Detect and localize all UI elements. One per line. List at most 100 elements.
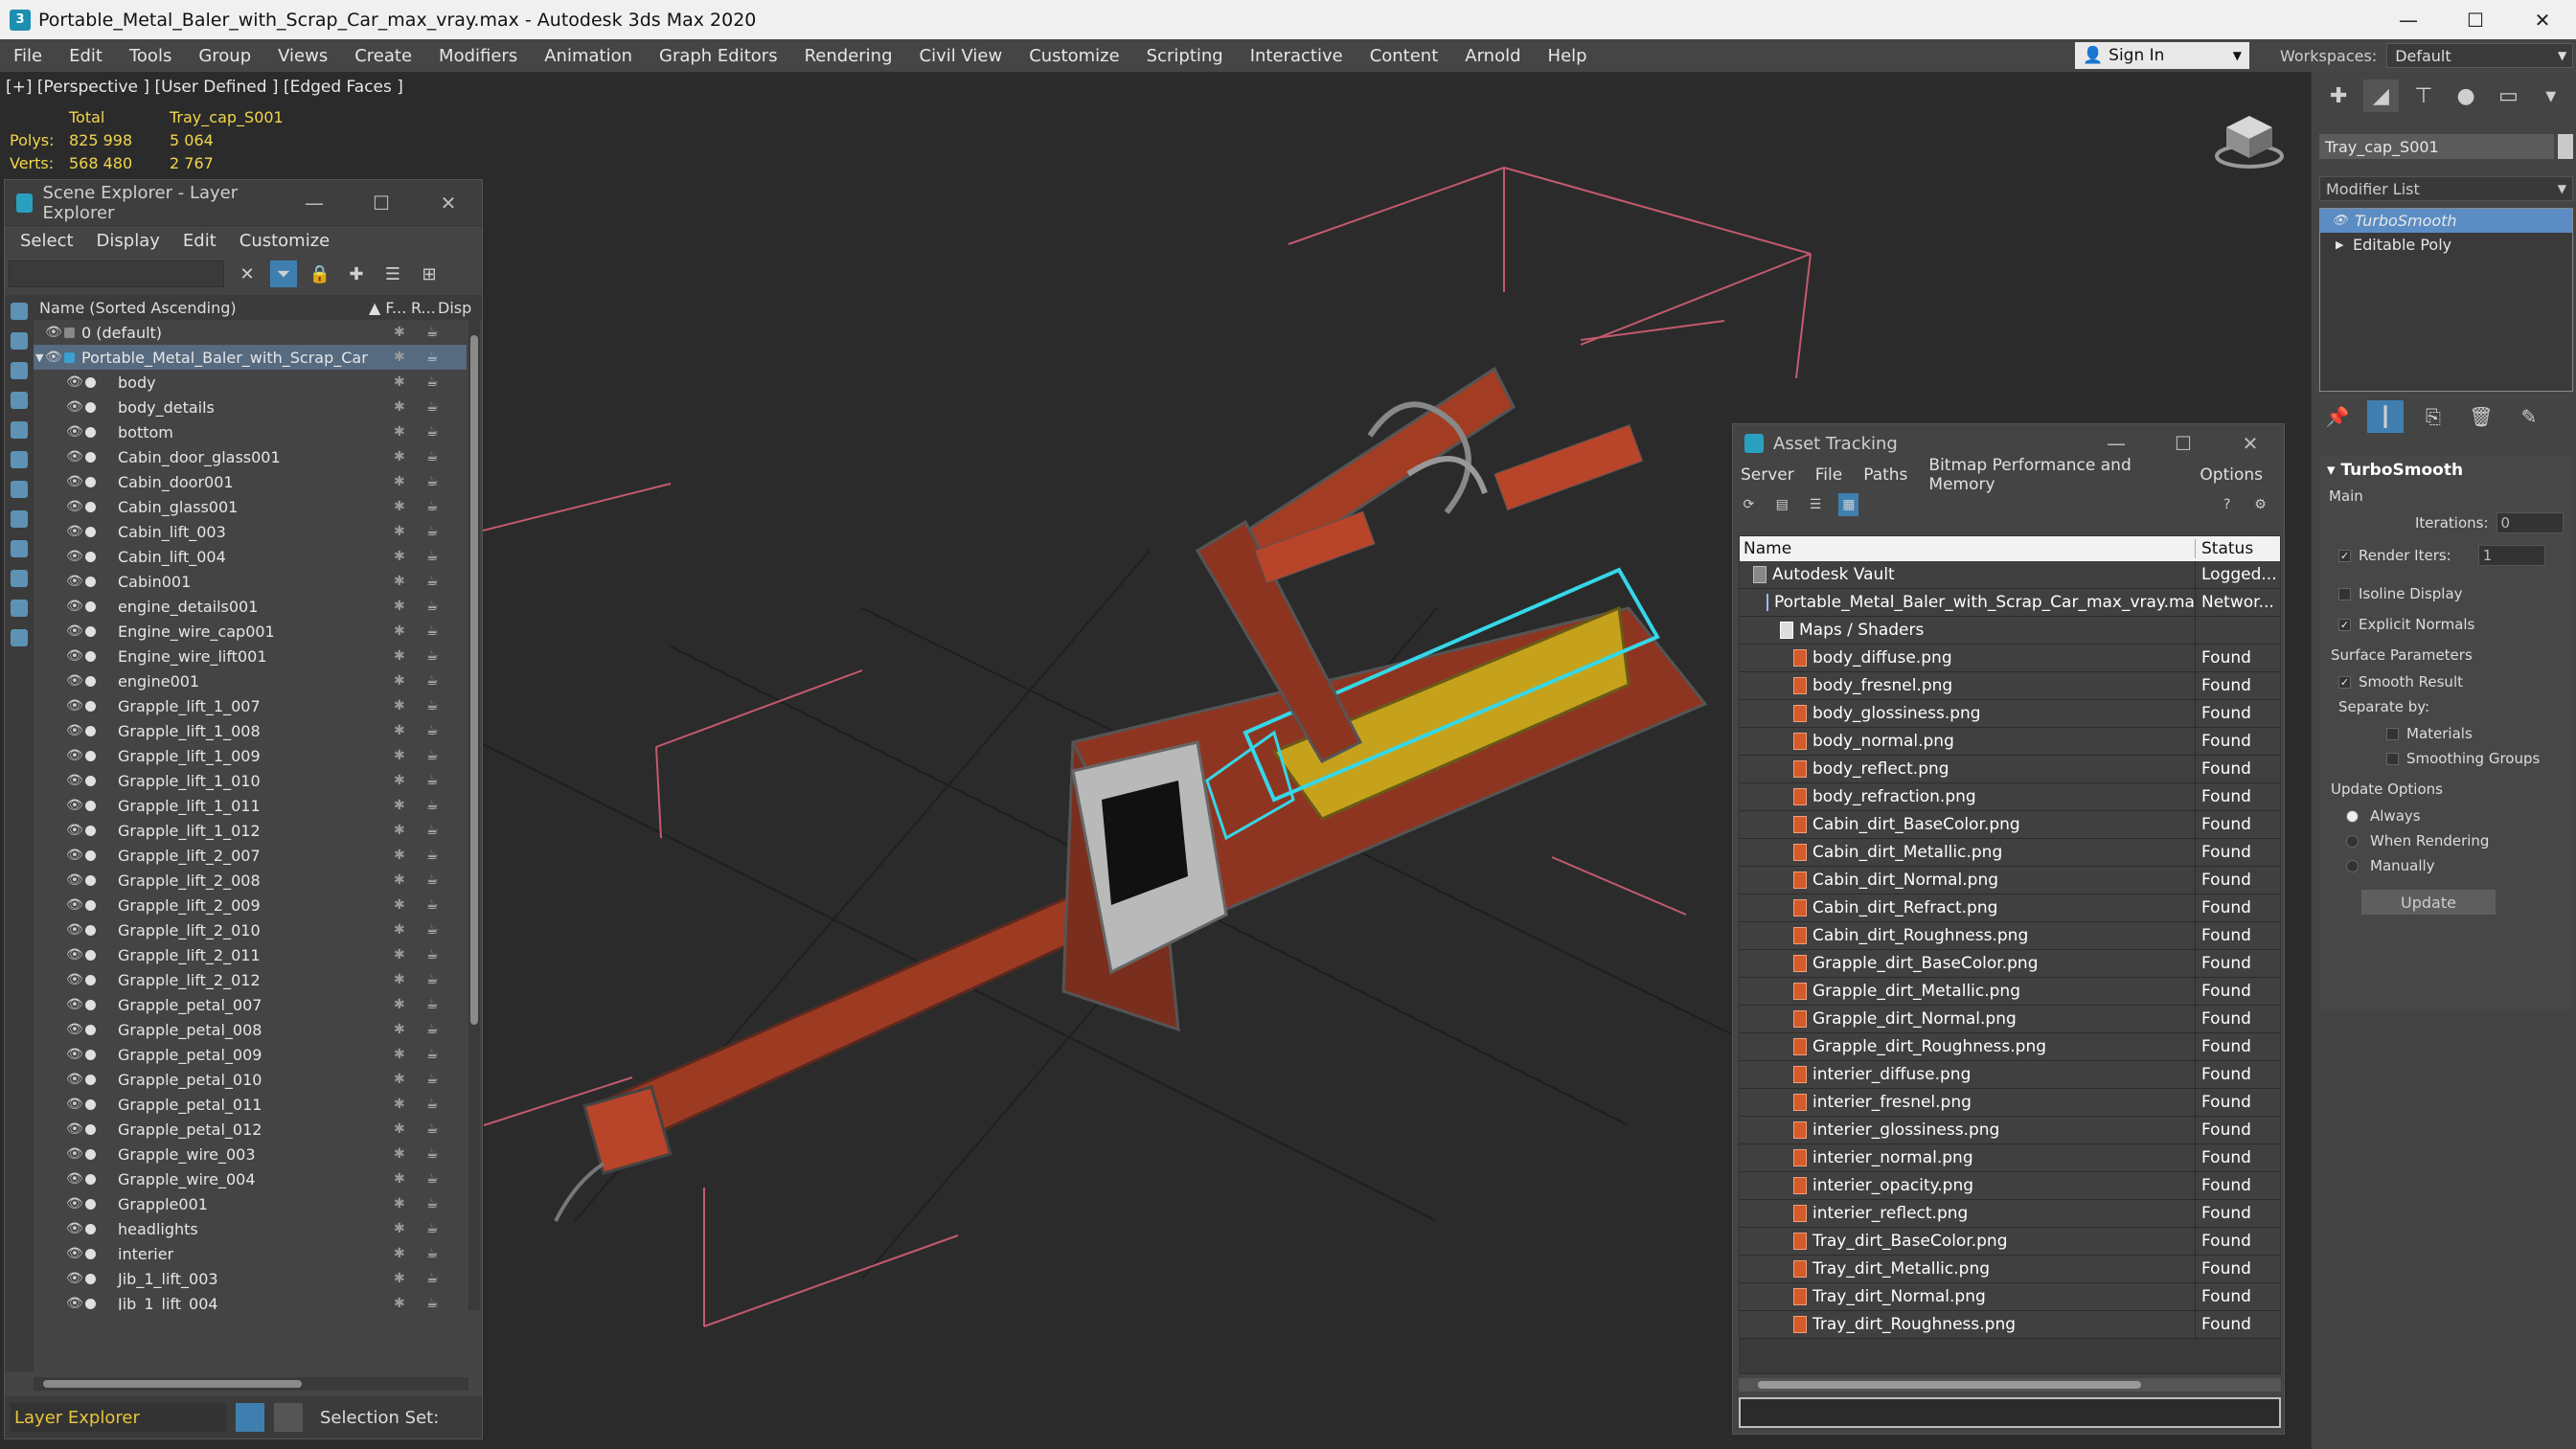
visibility-eye-icon[interactable]: 👁 bbox=[66, 1072, 83, 1087]
refresh-icon[interactable]: ⟳ bbox=[1739, 493, 1759, 516]
menu-modifiers[interactable]: Modifiers bbox=[425, 46, 531, 66]
visibility-eye-icon[interactable]: 👁 bbox=[66, 549, 83, 564]
menu-content[interactable]: Content bbox=[1356, 46, 1452, 66]
filter-containers-icon[interactable] bbox=[11, 570, 28, 587]
asset-menu-server[interactable]: Server bbox=[1741, 465, 1794, 485]
freeze-toggle-icon[interactable]: ✱ bbox=[394, 922, 405, 938]
visibility-eye-icon[interactable]: 👁 bbox=[66, 823, 83, 838]
asset-horizontal-scrollbar[interactable] bbox=[1739, 1378, 2281, 1392]
renderable-toggle-icon[interactable]: ☕ bbox=[426, 648, 439, 664]
scene-row[interactable]: 👁 Cabin001 ✱ ☕ bbox=[34, 569, 467, 594]
freeze-toggle-icon[interactable]: ✱ bbox=[394, 723, 405, 738]
add-layer-icon[interactable]: ✚ bbox=[343, 260, 370, 287]
scene-row[interactable]: 👁 Cabin_door001 ✱ ☕ bbox=[34, 469, 467, 494]
scene-close-button[interactable]: ✕ bbox=[415, 192, 482, 215]
freeze-toggle-icon[interactable]: ✱ bbox=[394, 972, 405, 987]
filter-lights-icon[interactable] bbox=[11, 362, 28, 379]
renderable-toggle-icon[interactable]: ☕ bbox=[426, 897, 439, 913]
filter-spacewarps-icon[interactable] bbox=[11, 451, 28, 468]
asset-row[interactable]: Maps / Shaders bbox=[1740, 617, 2280, 645]
freeze-toggle-icon[interactable]: ✱ bbox=[394, 1271, 405, 1286]
scene-row[interactable]: 👁 Grapple_petal_009 ✱ ☕ bbox=[34, 1042, 467, 1067]
filter-helpers-icon[interactable] bbox=[11, 421, 28, 439]
modifier-list-dropdown[interactable]: Modifier List ▼ bbox=[2319, 176, 2573, 201]
asset-row[interactable]: body_diffuse.png Found bbox=[1740, 645, 2280, 672]
modify-tab-icon[interactable]: ◢ bbox=[2363, 79, 2399, 112]
renderable-toggle-icon[interactable]: ☕ bbox=[426, 623, 439, 639]
renderable-toggle-icon[interactable]: ☕ bbox=[426, 524, 439, 539]
visibility-eye-icon[interactable]: 👁 bbox=[66, 673, 83, 689]
renderable-toggle-icon[interactable]: ☕ bbox=[426, 698, 439, 713]
scene-row[interactable]: 👁 body_details ✱ ☕ bbox=[34, 395, 467, 419]
scene-row[interactable]: 👁 Grapple_petal_012 ✱ ☕ bbox=[34, 1117, 467, 1142]
scene-row[interactable]: 👁 Grapple_wire_004 ✱ ☕ bbox=[34, 1166, 467, 1191]
scene-row[interactable]: 👁 Grapple_lift_1_007 ✱ ☕ bbox=[34, 693, 467, 718]
asset-row[interactable]: Tray_dirt_Normal.png Found bbox=[1740, 1283, 2280, 1311]
freeze-toggle-icon[interactable]: ✱ bbox=[394, 648, 405, 664]
make-unique-icon[interactable]: ⎘ bbox=[2415, 400, 2451, 433]
asset-menu-paths[interactable]: Paths bbox=[1863, 465, 1907, 485]
filter-bones-icon[interactable] bbox=[11, 540, 28, 557]
visibility-eye-icon[interactable]: 👁 bbox=[66, 1296, 83, 1310]
create-tab-icon[interactable]: ✚ bbox=[2321, 79, 2356, 112]
stack-item-editable-poly[interactable]: ▶ Editable Poly bbox=[2320, 233, 2572, 257]
visibility-eye-icon[interactable]: 👁 bbox=[66, 424, 83, 440]
expand-arrow-icon[interactable]: ▼ bbox=[35, 351, 43, 364]
table-view-icon[interactable]: ▦ bbox=[1838, 493, 1859, 516]
asset-row[interactable]: interier_normal.png Found bbox=[1740, 1144, 2280, 1172]
asset-row[interactable]: interier_diffuse.png Found bbox=[1740, 1061, 2280, 1089]
scene-row[interactable]: 👁 Grapple_wire_003 ✱ ☕ bbox=[34, 1142, 467, 1166]
freeze-toggle-icon[interactable]: ✱ bbox=[394, 499, 405, 514]
renderable-toggle-icon[interactable]: ☕ bbox=[426, 1121, 439, 1137]
visibility-eye-icon[interactable]: 👁 bbox=[45, 350, 62, 365]
freeze-toggle-icon[interactable]: ✱ bbox=[394, 872, 405, 888]
scene-row[interactable]: 👁 engine_details001 ✱ ☕ bbox=[34, 594, 467, 619]
renderable-toggle-icon[interactable]: ☕ bbox=[426, 773, 439, 788]
visibility-eye-icon[interactable]: 👁 bbox=[45, 325, 62, 340]
filter-xrefs-icon[interactable] bbox=[11, 510, 28, 528]
visibility-eye-icon[interactable]: 👁 bbox=[66, 474, 83, 489]
scene-maximize-button[interactable]: ☐ bbox=[348, 192, 415, 215]
asset-path-field[interactable] bbox=[1739, 1397, 2281, 1428]
freeze-toggle-icon[interactable]: ✱ bbox=[394, 1072, 405, 1087]
column-name[interactable]: Name bbox=[1740, 539, 2196, 558]
menu-views[interactable]: Views bbox=[264, 46, 341, 66]
menu-interactive[interactable]: Interactive bbox=[1237, 46, 1356, 66]
visibility-eye-icon[interactable]: 👁 bbox=[66, 499, 83, 514]
viewport-label[interactable]: [+] [Perspective ] [User Defined ] [Edge… bbox=[6, 78, 403, 97]
scene-row[interactable]: 👁 Cabin_lift_004 ✱ ☕ bbox=[34, 544, 467, 569]
freeze-toggle-icon[interactable]: ✱ bbox=[394, 1047, 405, 1062]
visibility-eye-icon[interactable]: 👁 bbox=[66, 773, 83, 788]
menu-tools[interactable]: Tools bbox=[116, 46, 185, 66]
freeze-toggle-icon[interactable]: ✱ bbox=[394, 424, 405, 440]
scene-menu-customize[interactable]: Customize bbox=[239, 231, 330, 251]
freeze-toggle-icon[interactable]: ✱ bbox=[394, 823, 405, 838]
renderable-toggle-icon[interactable]: ☕ bbox=[426, 1171, 439, 1187]
renderable-toggle-icon[interactable]: ☕ bbox=[426, 574, 439, 589]
scene-horizontal-scrollbar[interactable] bbox=[34, 1377, 468, 1391]
scene-row[interactable]: 👁 Grapple_lift_1_010 ✱ ☕ bbox=[34, 768, 467, 793]
pin-stack-icon[interactable]: 📌 bbox=[2319, 400, 2356, 433]
scene-row[interactable]: 👁 Grapple_lift_2_008 ✱ ☕ bbox=[34, 868, 467, 893]
freeze-toggle-icon[interactable]: ✱ bbox=[394, 350, 405, 365]
asset-row[interactable]: Cabin_dirt_Normal.png Found bbox=[1740, 867, 2280, 894]
freeze-toggle-icon[interactable]: ✱ bbox=[394, 599, 405, 614]
renderable-toggle-icon[interactable]: ☕ bbox=[426, 325, 439, 340]
visibility-eye-icon[interactable]: 👁 bbox=[66, 997, 83, 1012]
scene-explorer-titlebar[interactable]: Scene Explorer - Layer Explorer — ☐ ✕ bbox=[5, 180, 482, 226]
freeze-toggle-icon[interactable]: ✱ bbox=[394, 325, 405, 340]
visibility-eye-icon[interactable]: 👁 bbox=[66, 798, 83, 813]
filter-shapes-icon[interactable] bbox=[11, 332, 28, 350]
renderable-toggle-icon[interactable]: ☕ bbox=[426, 474, 439, 489]
asset-row[interactable]: interier_reflect.png Found bbox=[1740, 1200, 2280, 1228]
asset-row[interactable]: Grapple_dirt_Metallic.png Found bbox=[1740, 978, 2280, 1006]
freeze-toggle-icon[interactable]: ✱ bbox=[394, 449, 405, 464]
freeze-toggle-icon[interactable]: ✱ bbox=[394, 374, 405, 390]
asset-row[interactable]: Tray_dirt_Metallic.png Found bbox=[1740, 1256, 2280, 1283]
visibility-eye-icon[interactable]: 👁 bbox=[66, 1246, 83, 1261]
always-radio[interactable] bbox=[2346, 809, 2359, 823]
asset-minimize-button[interactable]: — bbox=[2083, 432, 2150, 455]
asset-row[interactable]: Tray_dirt_Roughness.png Found bbox=[1740, 1311, 2280, 1339]
smoothing-groups-checkbox[interactable] bbox=[2386, 752, 2399, 765]
scene-row[interactable]: 👁 Grapple_petal_011 ✱ ☕ bbox=[34, 1092, 467, 1117]
